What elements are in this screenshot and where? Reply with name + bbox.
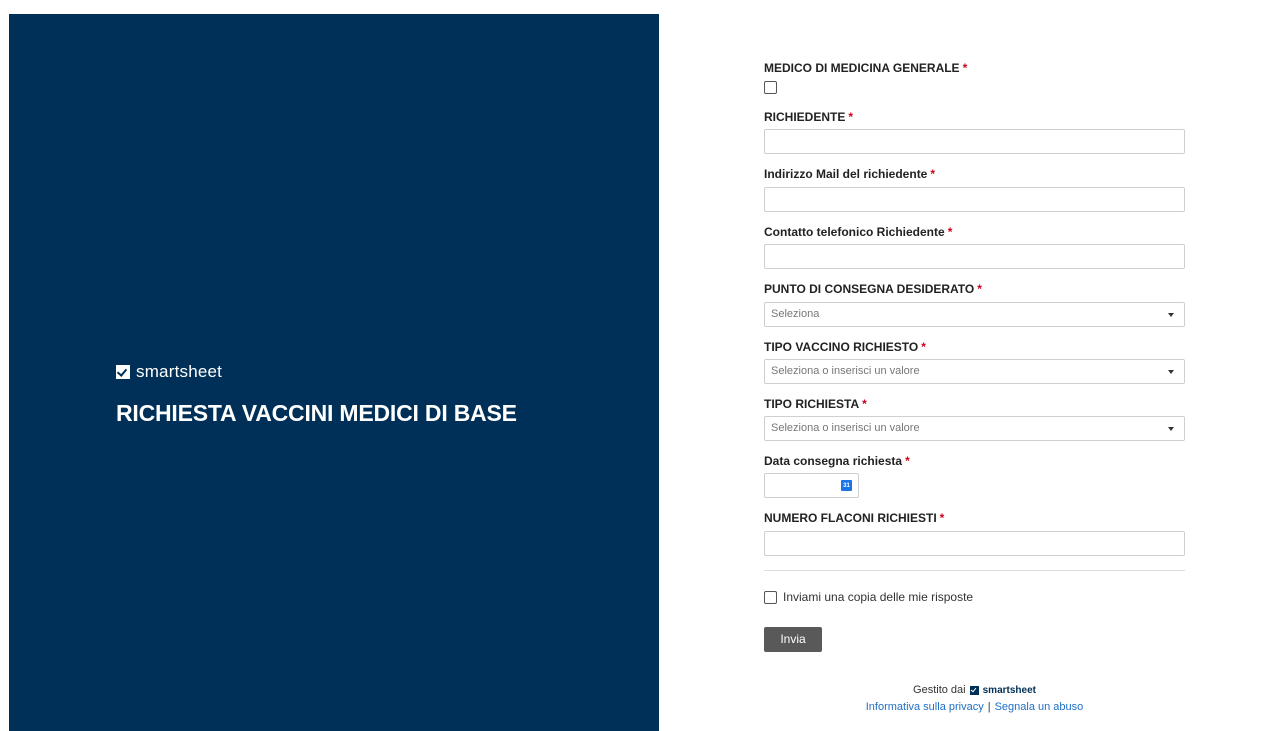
field-label-text: PUNTO DI CONSEGNA DESIDERATO [764, 282, 975, 296]
required-mark: * [939, 511, 945, 525]
richiedente-input[interactable] [764, 129, 1185, 154]
tipo-vaccino-select[interactable]: Seleziona o inserisci un valore [764, 359, 1185, 384]
powered-by: Gestito dai smartsheet [764, 684, 1185, 696]
smartsheet-logo-icon [116, 365, 130, 379]
report-abuse-link[interactable]: Segnala un abuso [995, 701, 1084, 713]
link-separator: | [987, 701, 991, 713]
select-placeholder: Seleziona o inserisci un valore [771, 365, 920, 377]
field-label-telefono: Contatto telefonico Richiedente * [764, 224, 952, 240]
smartsheet-logo-icon [969, 685, 979, 695]
brand-name: smartsheet [136, 362, 223, 381]
field-label-text: RICHIEDENTE [764, 110, 846, 124]
required-mark: * [905, 454, 910, 468]
field-label-tipo-richiesta: TIPO RICHIESTA * [764, 396, 867, 412]
select-placeholder: Seleziona o inserisci un valore [771, 422, 920, 434]
numero-flaconi-input[interactable] [764, 531, 1185, 556]
punto-consegna-select[interactable]: Seleziona [764, 302, 1185, 327]
select-placeholder: Seleziona [771, 308, 820, 320]
field-label-punto-consegna: PUNTO DI CONSEGNA DESIDERATO * [764, 281, 982, 297]
field-label-numero-flaconi: NUMERO FLACONI RICHIESTI * [764, 510, 944, 526]
data-consegna-input[interactable]: 31 [764, 473, 859, 498]
required-mark: * [862, 397, 867, 411]
required-mark: * [947, 225, 953, 239]
field-label-data-consegna: Data consegna richiesta * [764, 453, 910, 469]
field-label-text: NUMERO FLACONI RICHIESTI [764, 511, 937, 525]
submit-button[interactable]: Invia [764, 627, 822, 652]
field-label-text: Data consegna richiesta [764, 454, 903, 468]
send-copy-checkbox[interactable] [764, 590, 777, 604]
form-title: RICHIESTA VACCINI MEDICI DI BASE [116, 400, 517, 426]
required-mark: * [930, 167, 936, 181]
field-label-email: Indirizzo Mail del richiedente * [764, 166, 935, 182]
field-label-richiedente: RICHIEDENTE * [764, 109, 853, 125]
telefono-input[interactable] [764, 244, 1185, 269]
required-mark: * [962, 61, 968, 75]
field-label-text: Indirizzo Mail del richiedente [764, 167, 928, 181]
powered-by-text: Gestito dai [913, 684, 966, 696]
field-label-text: Contatto telefonico Richiedente [764, 225, 945, 239]
required-mark: * [921, 340, 926, 354]
medico-checkbox[interactable] [764, 81, 777, 94]
powered-by-brand: smartsheet [982, 684, 1036, 696]
form-footer: Gestito dai smartsheet Informativa sulla… [764, 684, 1185, 713]
send-copy-option[interactable]: Inviami una copia delle mie risposte [764, 590, 973, 604]
privacy-link[interactable]: Informativa sulla privacy [866, 701, 984, 713]
chevron-down-icon [1168, 427, 1174, 431]
required-mark: * [977, 282, 982, 296]
calendar-icon[interactable]: 31 [841, 480, 852, 491]
field-label-tipo-vaccino: TIPO VACCINO RICHIESTO * [764, 339, 926, 355]
field-label-text: TIPO RICHIESTA [764, 397, 860, 411]
form-divider [764, 570, 1185, 571]
chevron-down-icon [1168, 370, 1174, 374]
footer-links: Informativa sulla privacy | Segnala un abu… [764, 701, 1185, 713]
tipo-richiesta-select[interactable]: Seleziona o inserisci un valore [764, 416, 1185, 441]
form-banner-panel: smartsheet RICHIESTA VACCINI MEDICI DI B… [9, 14, 659, 731]
chevron-down-icon [1168, 313, 1174, 317]
email-input[interactable] [764, 187, 1185, 212]
send-copy-label: Inviami una copia delle mie risposte [783, 590, 974, 604]
field-label-text: MEDICO DI MEDICINA GENERALE [764, 61, 960, 75]
field-label-medico: MEDICO DI MEDICINA GENERALE * [764, 60, 967, 76]
required-mark: * [848, 110, 854, 124]
field-label-text: TIPO VACCINO RICHIESTO [764, 340, 919, 354]
brand-header: smartsheet [116, 362, 222, 382]
